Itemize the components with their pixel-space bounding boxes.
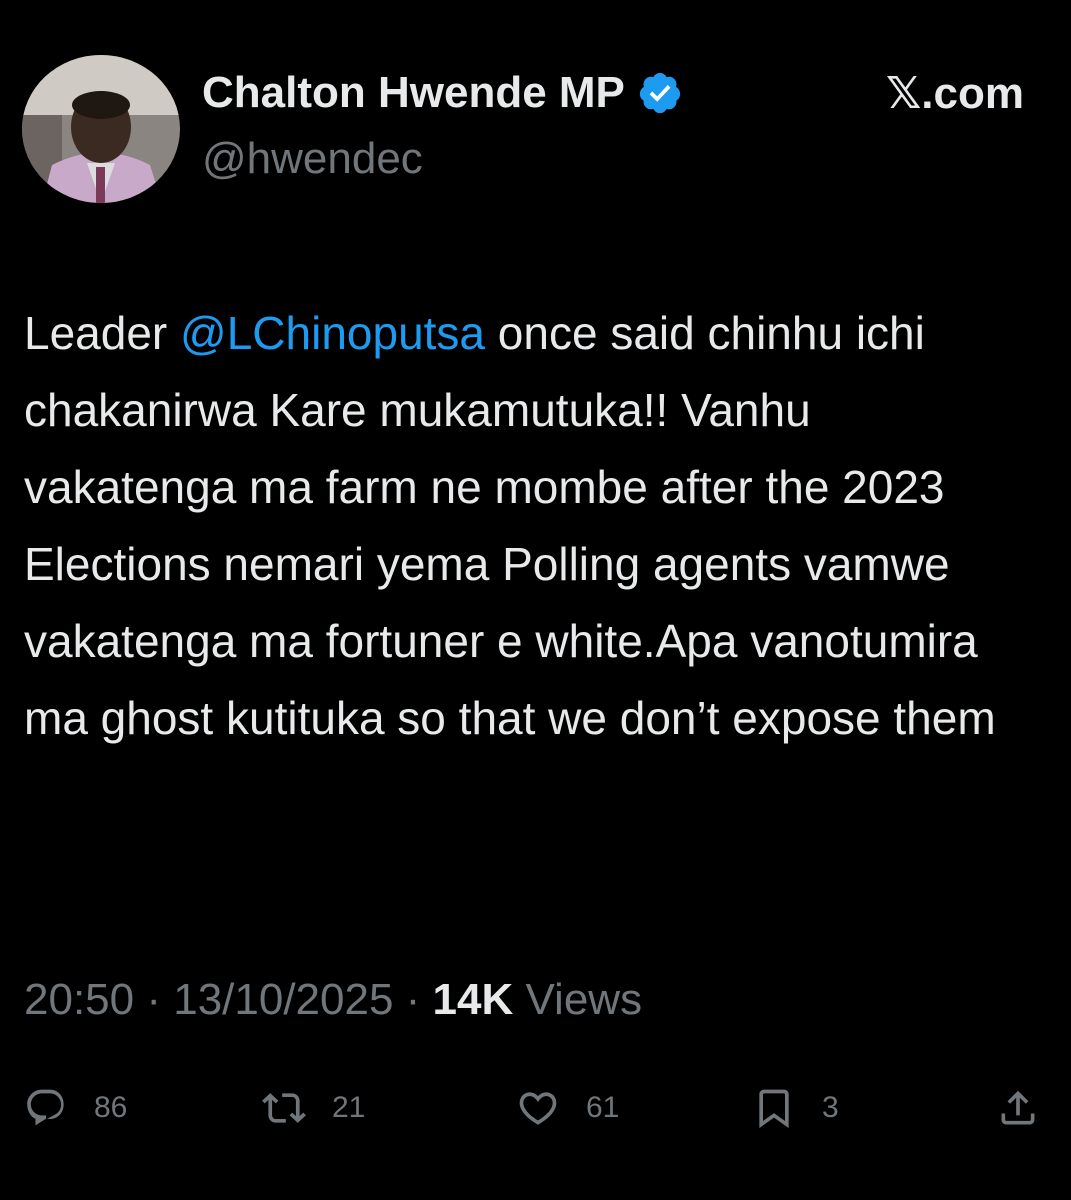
like-button[interactable]: 61 — [516, 1080, 619, 1136]
author-handle[interactable]: @hwendec — [202, 134, 423, 184]
tweet-text-part: Leader — [24, 307, 181, 359]
heart-icon — [519, 1092, 557, 1125]
avatar[interactable] — [22, 55, 180, 203]
author-display-name[interactable]: Chalton Hwende MP — [202, 68, 625, 118]
share-button[interactable] — [996, 1080, 1040, 1136]
profile-photo-icon — [22, 55, 180, 203]
mention-link[interactable]: @LChinoputsa — [180, 307, 485, 359]
tweet-date[interactable]: 13/10/2025 — [173, 975, 393, 1024]
repost-button[interactable]: 21 — [262, 1080, 365, 1136]
action-bar: 86 21 61 3 — [0, 1080, 1071, 1136]
tweet-time[interactable]: 20:50 — [24, 975, 134, 1024]
reply-count: 86 — [94, 1091, 128, 1124]
repost-icon — [262, 1093, 306, 1123]
bookmark-button[interactable]: 3 — [752, 1080, 839, 1136]
tweet-text: Leader @LChinoputsa once said chinhu ich… — [24, 295, 1034, 757]
bookmark-count: 3 — [822, 1091, 839, 1124]
reply-button[interactable]: 86 — [24, 1080, 127, 1136]
meta-separator: · — [393, 975, 433, 1024]
like-count: 61 — [586, 1091, 620, 1124]
tweet-meta: 20:50 · 13/10/2025 · 14K Views — [24, 975, 642, 1025]
tweet-text-part: once said chinhu ichi chakanirwa Kare mu… — [24, 307, 996, 744]
views-label: Views — [513, 975, 643, 1024]
repost-count: 21 — [332, 1091, 366, 1124]
share-icon — [1001, 1090, 1035, 1125]
verified-badge-icon — [639, 72, 681, 114]
bookmark-icon — [759, 1089, 789, 1129]
meta-separator: · — [134, 975, 174, 1024]
reply-icon — [27, 1089, 64, 1126]
views-count: 14K — [432, 975, 514, 1024]
author-name-row[interactable]: Chalton Hwende MP — [202, 68, 683, 118]
site-label: 𝕏.com — [885, 69, 1024, 118]
